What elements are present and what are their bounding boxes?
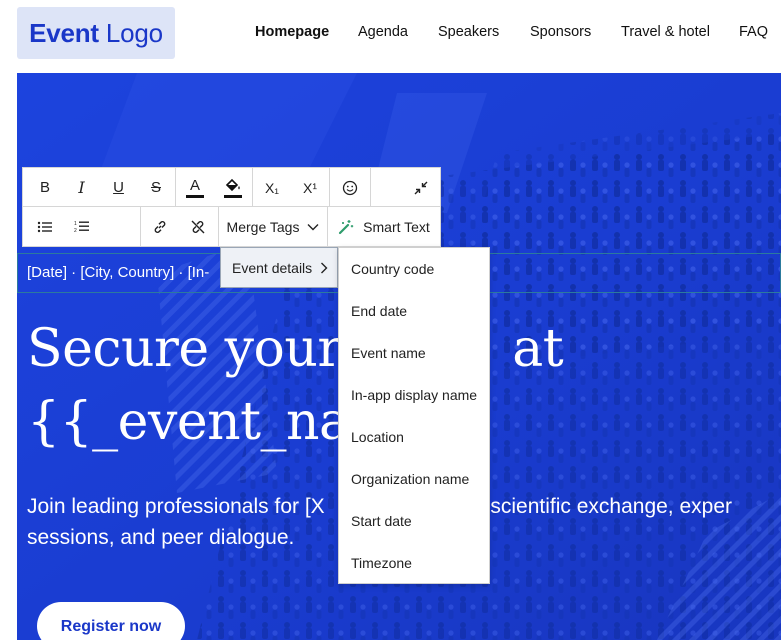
- nav-homepage[interactable]: Homepage: [255, 24, 329, 40]
- bold-icon: B: [39, 179, 50, 196]
- italic-icon: I: [78, 178, 85, 197]
- merge-tag-end-date[interactable]: End date: [351, 303, 407, 319]
- nav-travel-hotel[interactable]: Travel & hotel: [621, 24, 710, 40]
- merge-tag-event-name[interactable]: Event name: [351, 345, 426, 361]
- merge-tag-country-code[interactable]: Country code: [351, 261, 434, 277]
- bullet-list-icon: [37, 221, 52, 232]
- event-details-menu-item[interactable]: Event details: [220, 247, 338, 288]
- link-icon: [154, 220, 166, 233]
- strikethrough-button[interactable]: S: [137, 168, 175, 207]
- nav-speakers[interactable]: Speakers: [438, 24, 499, 40]
- numbered-list-icon: 1 2: [74, 221, 89, 233]
- underline-icon: U: [113, 179, 124, 196]
- toolbar-row-insert: 1 2 Merge Tags Smart Text: [23, 207, 440, 246]
- paint-bucket-icon: [225, 178, 240, 191]
- link-button[interactable]: [141, 207, 179, 246]
- merge-tag-timezone[interactable]: Timezone: [351, 555, 412, 571]
- text-color-swatch: [186, 194, 204, 198]
- rich-text-toolbar: B I U S A X₁ X¹ 1 2 Merge Tags Smart Tex…: [22, 167, 441, 247]
- collapse-icon: [414, 181, 428, 194]
- chevron-right-icon: [321, 262, 328, 273]
- register-now-button[interactable]: Register now: [37, 602, 185, 640]
- nav-faq[interactable]: FAQ: [739, 24, 768, 40]
- page: Event Logo Homepage Agenda Speakers Spon…: [0, 0, 781, 640]
- merge-tag-in-app-display-name[interactable]: In-app display name: [351, 387, 477, 403]
- subscript-icon: X₁: [264, 179, 280, 196]
- svg-text:1: 1: [74, 221, 77, 227]
- toolbar-row-formatting: B I U S A X₁ X¹: [23, 168, 440, 207]
- emoji-icon: [342, 180, 358, 195]
- event-date-location-line[interactable]: [Date] · [City, Country] · [In-: [27, 264, 209, 281]
- collapse-toolbar-button[interactable]: [403, 168, 439, 207]
- magic-wand-icon: [339, 219, 354, 234]
- merge-tag-start-date[interactable]: Start date: [351, 513, 412, 529]
- highlight-color-swatch: [224, 194, 242, 198]
- superscript-icon: X¹: [303, 179, 317, 196]
- superscript-button[interactable]: X¹: [291, 168, 329, 207]
- highlight-color-button[interactable]: [214, 168, 252, 207]
- emoji-button[interactable]: [330, 168, 370, 207]
- unlink-icon: [191, 220, 205, 233]
- chevron-down-icon: [307, 223, 319, 230]
- smart-text-label: Smart Text: [363, 218, 430, 235]
- nav-agenda[interactable]: Agenda: [358, 24, 408, 40]
- unlink-button[interactable]: [179, 207, 217, 246]
- nav-sponsors[interactable]: Sponsors: [530, 24, 591, 40]
- event-details-label: Event details: [232, 259, 313, 276]
- strikethrough-icon: S: [150, 179, 161, 196]
- svg-text:2: 2: [74, 228, 77, 233]
- subscript-button[interactable]: X₁: [253, 168, 291, 207]
- merge-tags-submenu: Country code End date Event name In-app …: [338, 247, 490, 584]
- underline-button[interactable]: U: [100, 168, 137, 207]
- bold-button[interactable]: B: [27, 168, 63, 207]
- text-color-icon: A: [189, 176, 200, 194]
- merge-tag-location[interactable]: Location: [351, 429, 404, 445]
- bullet-list-button[interactable]: [27, 207, 63, 246]
- main-nav: Homepage Agenda Speakers Sponsors Travel…: [0, 24, 781, 44]
- merge-tag-organization-name[interactable]: Organization name: [351, 471, 469, 487]
- merge-tags-button[interactable]: Merge Tags: [219, 207, 327, 246]
- merge-tags-label: Merge Tags: [226, 218, 300, 235]
- italic-button[interactable]: I: [63, 168, 100, 207]
- text-color-button[interactable]: A: [176, 168, 214, 207]
- numbered-list-button[interactable]: 1 2: [63, 207, 101, 246]
- smart-text-button[interactable]: Smart Text: [328, 207, 440, 246]
